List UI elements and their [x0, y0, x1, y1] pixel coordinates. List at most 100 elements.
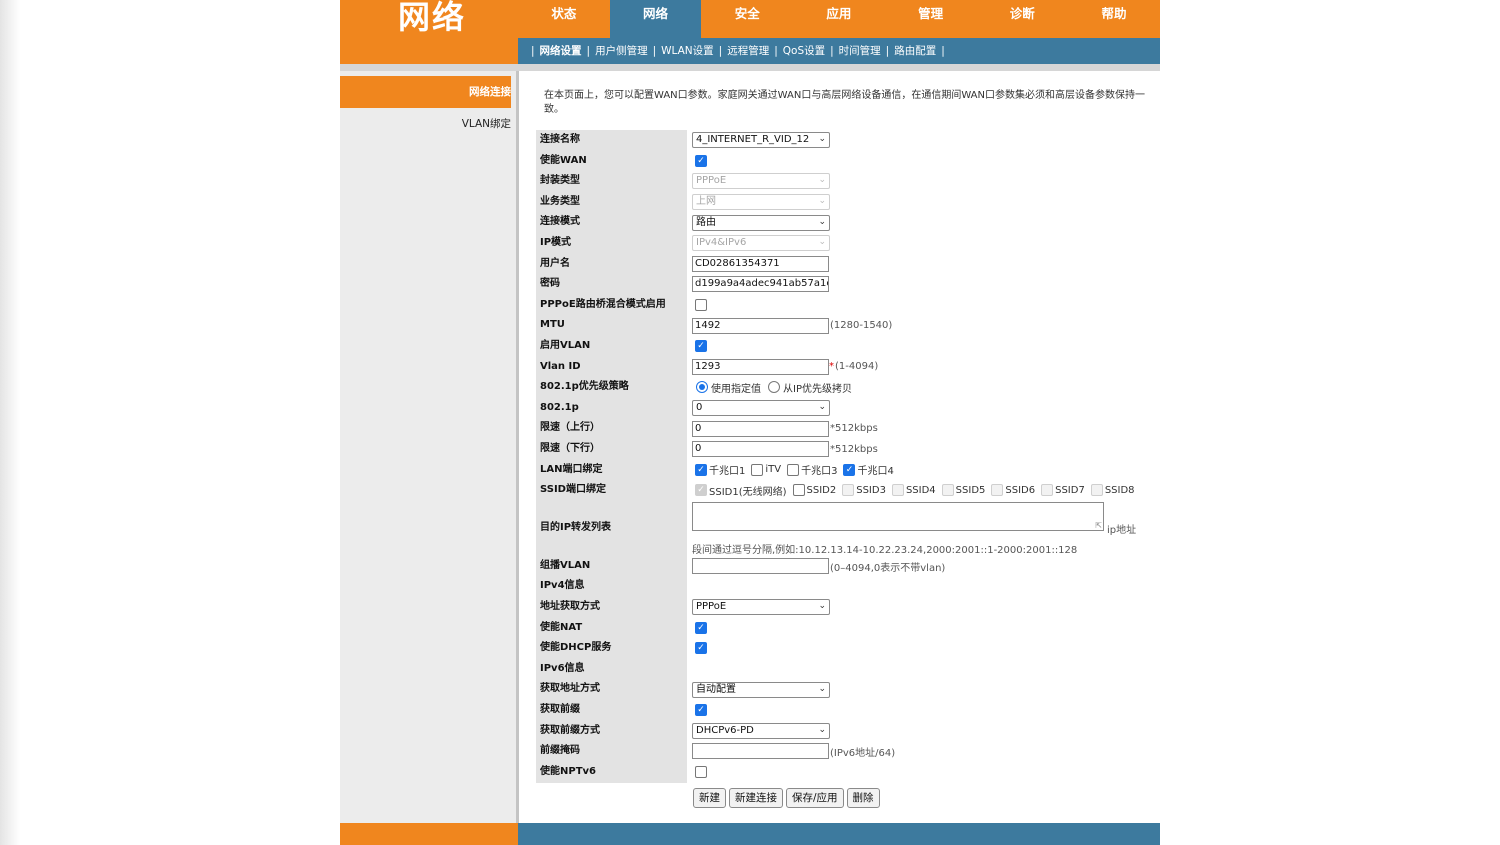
nav-network[interactable]: 网络: [609, 0, 702, 38]
ssid7-checkbox[interactable]: [1041, 484, 1054, 497]
8021p-select[interactable]: 0 ⌄: [692, 400, 830, 417]
check-icon: ✓: [697, 341, 705, 352]
rate-down-input[interactable]: 0: [692, 441, 829, 458]
radio-use-specified[interactable]: [696, 381, 708, 394]
subnav-remote[interactable]: 远程管理: [727, 45, 769, 57]
vlan-id-hint: (1-4094): [835, 361, 879, 373]
enable-dhcp-checkbox[interactable]: ✓: [695, 642, 707, 655]
save-apply-button[interactable]: 保存/应用: [786, 788, 844, 808]
label-prefix-mask: 前缀掩码: [540, 745, 580, 757]
encap-type-select: PPPoE ⌄: [692, 173, 830, 190]
row-pppoe-bridge: PPPoE路由桥混合模式启用: [519, 295, 1160, 316]
lan-port-4-checkbox[interactable]: ✓: [843, 463, 856, 476]
nav-security[interactable]: 安全: [701, 0, 793, 38]
rate-up-hint: *512kbps: [830, 423, 878, 435]
nav-management[interactable]: 管理: [885, 0, 977, 38]
ssid4-checkbox[interactable]: [891, 484, 904, 497]
sub-navigation: | 网络设置 | 用户侧管理 | WLAN设置 | 远程管理 | QoS设置 | 时间管理 | 路由配置 |: [518, 38, 1160, 64]
new-button[interactable]: 新建: [693, 788, 726, 808]
rate-down-hint: *512kbps: [830, 443, 878, 455]
label-encap-type: 封装类型: [540, 175, 580, 187]
radio-copy-from-ip[interactable]: [768, 381, 780, 394]
row-encap-type: 封装类型 PPPoE ⌄: [519, 171, 1160, 192]
mcast-vlan-input[interactable]: [692, 558, 829, 575]
ssid5-checkbox[interactable]: [941, 484, 954, 497]
connection-name-select[interactable]: 4_INTERNET_R_VID_12 ⌄: [692, 132, 830, 149]
get-prefix-checkbox[interactable]: ✓: [695, 704, 707, 717]
chevron-down-icon: ⌄: [818, 175, 826, 186]
dest-ip-textarea[interactable]: ⇱: [692, 502, 1104, 532]
ssid8-label: SSID8: [1104, 484, 1135, 496]
nav-help[interactable]: 帮助: [1068, 0, 1160, 38]
addr-method-select[interactable]: PPPoE ⌄: [692, 599, 830, 616]
sidebar: 网络连接 VLAN绑定: [340, 71, 516, 823]
check-icon: ✓: [697, 643, 705, 654]
label-ipv4-info: IPv4信息: [540, 580, 585, 592]
radio-use-specified-label: 使用指定值: [711, 383, 761, 395]
subnav-user-side[interactable]: 用户侧管理: [595, 45, 648, 57]
row-ipv4-info: IPv4信息: [519, 576, 1160, 597]
encap-type-value: PPPoE: [696, 175, 727, 187]
ssid3-checkbox[interactable]: [842, 484, 855, 497]
subnav-qos[interactable]: QoS设置: [783, 45, 825, 57]
radio-copy-from-ip-label: 从IP优先级拷贝: [783, 383, 852, 395]
vlan-id-input[interactable]: 1293: [692, 358, 829, 375]
lan-port-itv-label: iTV: [765, 464, 782, 476]
subnav-separator: |: [885, 45, 890, 57]
nav-diagnosis[interactable]: 诊断: [976, 0, 1068, 38]
password-input[interactable]: d199a9a4adec941ab57a1eb: [692, 276, 829, 293]
resize-grip-icon[interactable]: ⇱: [1095, 521, 1102, 530]
username-input[interactable]: CD02861354371: [692, 255, 829, 272]
row-rate-up: 限速（上行） 0 *512kbps: [519, 418, 1160, 439]
subnav-route[interactable]: 路由配置: [894, 45, 936, 57]
nav-status[interactable]: 状态: [518, 0, 610, 38]
v6-addr-method-select[interactable]: 自动配置 ⌄: [692, 681, 830, 698]
ssid6-checkbox[interactable]: [991, 484, 1004, 497]
label-ip-mode: IP模式: [540, 237, 572, 248]
label-mtu: MTU: [540, 319, 565, 331]
row-ipv6-info: IPv6信息: [519, 659, 1160, 680]
ssid6-label: SSID6: [1005, 484, 1036, 496]
delete-button[interactable]: 删除: [846, 788, 880, 808]
label-prefix-method: 获取前缀方式: [540, 724, 600, 736]
logo-area: 网络: [340, 0, 518, 64]
mcast-vlan-hint: (0–4094,0表示不带vlan): [830, 562, 946, 574]
subnav-wlan[interactable]: WLAN设置: [661, 45, 714, 57]
lan-port-4-label: 千兆口4: [857, 466, 894, 478]
lan-port-1-checkbox[interactable]: ✓: [695, 463, 707, 476]
check-icon: ✓: [845, 464, 854, 475]
label-ipv6-info: IPv6信息: [540, 662, 585, 674]
lan-port-3-checkbox[interactable]: [787, 463, 800, 476]
subnav-network-settings[interactable]: 网络设置: [540, 45, 582, 57]
enable-nptv6-checkbox[interactable]: [695, 766, 707, 779]
footer-right: [518, 823, 1160, 845]
label-pppoe-bridge: PPPoE路由桥混合模式启用: [540, 298, 666, 310]
check-icon: ✓: [697, 155, 705, 166]
label-8021p: 802.1p: [540, 401, 579, 413]
subnav-separator: |: [652, 45, 657, 57]
label-get-prefix: 获取前缀: [540, 704, 580, 715]
prefix-mask-input[interactable]: [692, 743, 829, 760]
new-connection-button[interactable]: 新建连接: [729, 788, 783, 808]
check-icon: ✓: [697, 485, 705, 496]
ssid8-checkbox[interactable]: [1090, 484, 1103, 497]
row-mtu: MTU 1492 (1280-1540): [519, 315, 1160, 336]
pppoe-bridge-checkbox[interactable]: [695, 299, 707, 312]
conn-mode-select[interactable]: 路由 ⌄: [692, 214, 830, 231]
prefix-method-select[interactable]: DHCPv6-PD ⌄: [692, 722, 830, 739]
subnav-time[interactable]: 时间管理: [839, 45, 881, 57]
mtu-input[interactable]: 1492: [692, 317, 829, 334]
page-shadow: [0, 0, 20, 845]
enable-vlan-checkbox[interactable]: ✓: [695, 340, 707, 353]
enable-wan-checkbox[interactable]: ✓: [695, 154, 707, 167]
dest-ip-hint: ip地址: [1107, 524, 1137, 536]
sidebar-item-vlan-binding[interactable]: VLAN绑定: [340, 108, 511, 140]
rate-up-input[interactable]: 0: [692, 420, 829, 437]
row-enable-dhcp: 使能DHCP服务 ✓: [519, 638, 1160, 659]
enable-nat-checkbox[interactable]: ✓: [695, 621, 707, 634]
ssid2-checkbox[interactable]: [792, 484, 805, 497]
nav-application[interactable]: 应用: [793, 0, 885, 38]
lan-port-itv-checkbox[interactable]: [751, 463, 764, 476]
sidebar-item-network-connection[interactable]: 网络连接: [340, 76, 511, 108]
label-vlan-id: Vlan ID: [540, 360, 581, 372]
